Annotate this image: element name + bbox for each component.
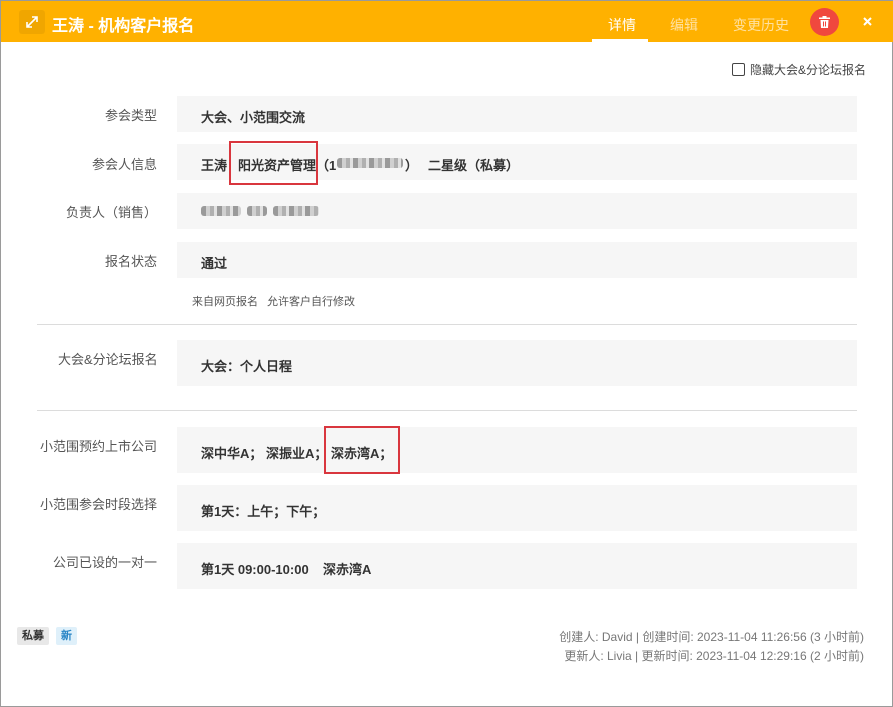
owner-label: 负责人（销售） [66,205,158,220]
owner-field [177,193,857,229]
forum-field: 大会：个人日程 [177,340,857,386]
delete-button[interactable] [810,8,839,36]
forum-value: 大会：个人日程 [201,359,293,374]
attendee-label: 参会人信息 [92,157,158,172]
trash-icon [819,16,830,28]
tag-private: 私募 [17,627,49,645]
status-notes: 来自网页报名 允许客户自行修改 [192,293,355,309]
highlight-company-box [229,141,318,185]
close-button[interactable] [859,13,875,29]
attendee-name: 王涛 [201,158,228,173]
tab-detail[interactable]: 详情 [608,15,636,35]
attendee-phone-close: ） [405,158,419,173]
small-companies-label: 小范围预约上市公司 [40,439,158,454]
updated-info: 更新人: Livia | 更新时间: 2023-11-04 12:29:16 (… [564,649,864,663]
forum-label: 大会&分论坛报名 [58,352,158,367]
owner-redacted-1 [201,206,241,216]
hide-forum-toggle[interactable]: 隐藏大会&分论坛报名 [732,61,866,78]
meeting-type-value: 大会、小范围交流 [201,110,306,125]
close-icon [862,16,872,26]
hide-forum-label: 隐藏大会&分论坛报名 [750,63,867,77]
attendee-phone-redacted [337,158,403,168]
dialog-header: 王涛 - 机构客户报名 详情 编辑 变更历史 [1,1,893,42]
one-on-one-field: 第1天 09:00-10:00 深赤湾A [177,543,857,589]
active-tab-indicator [592,39,648,42]
hide-forum-checkbox[interactable] [732,63,745,76]
section-divider [37,410,857,411]
status-field: 通过 [177,242,857,278]
one-on-one-company: 深赤湾A [323,562,372,577]
tab-history[interactable]: 变更历史 [733,15,789,35]
dialog-window: 王涛 - 机构客户报名 详情 编辑 变更历史 隐藏大会&分论坛报名 参会类型 大… [0,0,893,707]
small-slots-label: 小范围参会时段选择 [40,497,158,512]
attendee-phone-open: （1 [316,158,337,173]
tab-edit[interactable]: 编辑 [670,15,698,35]
expand-icon[interactable] [19,10,45,34]
dialog-title: 王涛 - 机构客户报名 [52,18,195,35]
attendee-level: 二星级（私募） [428,158,520,173]
small-company-1: 深中华A； [201,446,263,461]
section-divider [37,324,857,325]
status-note-permission: 允许客户自行修改 [267,296,355,308]
created-info: 创建人: David | 创建时间: 2023-11-04 11:26:56 (… [559,630,864,644]
meeting-type-label: 参会类型 [105,108,158,123]
tag-new: 新 [56,627,77,645]
small-slots-field: 第1天：上午；下午； [177,485,857,531]
small-companies-field: 深中华A； 深振业A； 深赤湾A； [177,427,857,473]
status-label: 报名状态 [105,254,158,269]
small-company-2: 深振业A； [266,446,328,461]
meeting-type-field: 大会、小范围交流 [177,96,857,132]
one-on-one-time: 第1天 09:00-10:00 [201,562,309,577]
owner-redacted-2 [247,206,267,216]
owner-redacted-3 [273,206,319,216]
small-slots-value: 第1天：上午；下午； [201,504,326,519]
highlight-company-box [324,426,400,474]
status-value: 通过 [201,256,228,271]
one-on-one-label: 公司已设的一对一 [53,555,158,570]
status-note-source: 来自网页报名 [192,296,258,308]
